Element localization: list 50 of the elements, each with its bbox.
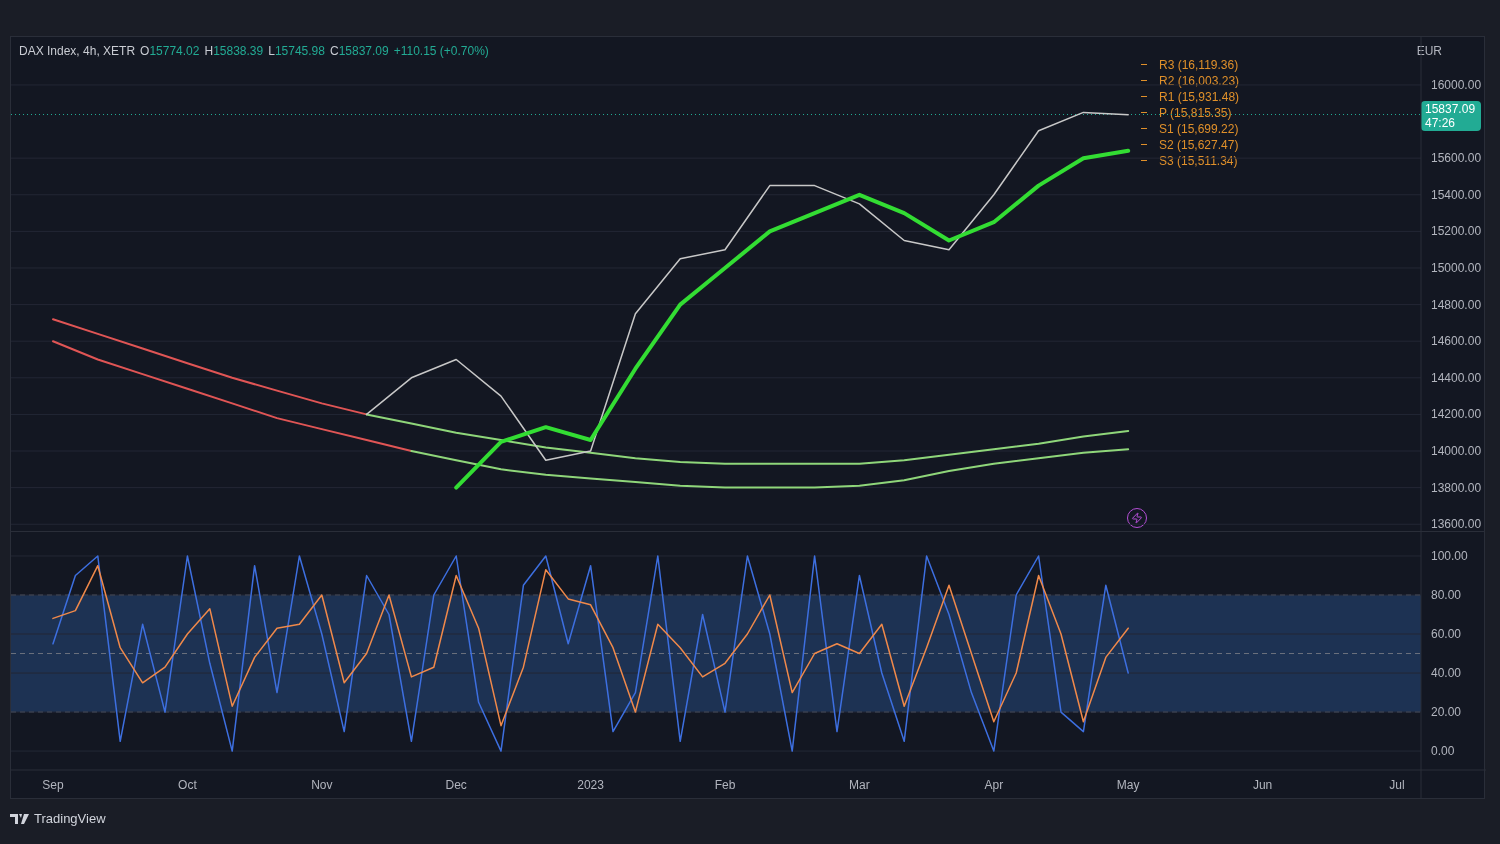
ohlc-value: 15745.98 <box>274 43 325 60</box>
ohlc-key: C <box>329 42 339 60</box>
price-axis-label: 40.00 <box>1431 666 1462 681</box>
price-axis-label: 80.00 <box>1431 588 1462 602</box>
pivot-label: S1 (15,699.22) <box>1159 120 1239 138</box>
ohlc-value: 15774.02 <box>149 43 200 60</box>
pivot-label: S2 (15,627.47) <box>1159 136 1239 154</box>
time-axis-label: Feb <box>714 778 736 792</box>
last-price: 15837.09 <box>1425 101 1477 116</box>
bar-countdown: 47:26 <box>1425 115 1457 130</box>
price-axis-label: 15000.00 <box>1431 261 1482 275</box>
pivot-label: S3 (15,511.34) <box>1159 152 1238 170</box>
price-axis-label: 13800.00 <box>1431 480 1482 495</box>
symbol-title: DAX Index, 4h, XETR <box>19 43 136 60</box>
ohlc-value: 15837.09 <box>338 43 389 60</box>
price-axis-label: 20.00 <box>1431 705 1462 720</box>
price-axis-label: 13600.00 <box>1431 517 1482 531</box>
price-axis-label: 16000.00 <box>1431 77 1482 92</box>
time-axis-label: Nov <box>311 778 333 792</box>
pivot-label: R1 (15,931.48) <box>1159 88 1240 106</box>
price-axis-label: 100.00 <box>1431 549 1468 563</box>
pivot-label: R3 (16,119.36) <box>1159 56 1239 74</box>
price-axis-label: 14800.00 <box>1431 297 1482 312</box>
price-axis-label: 14600.00 <box>1431 334 1482 349</box>
price-axis-label: 0.00 <box>1431 744 1455 759</box>
currency-label: EUR <box>1416 43 1442 60</box>
ohlc-value: 15838.39 <box>213 43 264 60</box>
price-axis-label: 14000.00 <box>1431 444 1482 458</box>
time-axis-label: May <box>1116 778 1140 792</box>
pivot-label: P (15,815.35) <box>1159 104 1232 122</box>
price-axis-label: 15200.00 <box>1431 224 1482 239</box>
brand-name: TradingView <box>34 810 106 828</box>
time-axis-label: Mar <box>849 778 870 792</box>
price-change: +110.15 (+0.70%) <box>393 43 489 60</box>
price-axis-label: 15600.00 <box>1431 151 1482 166</box>
ohlc-key: L <box>268 42 275 60</box>
ohlc-key: O <box>140 42 150 60</box>
price-axis-label: 15400.00 <box>1431 187 1482 202</box>
time-axis-label: Jun <box>1252 778 1273 792</box>
time-axis-label: Jul <box>1389 778 1405 792</box>
time-axis-label: 2023 <box>577 778 604 792</box>
price-axis-label: 14400.00 <box>1431 370 1482 385</box>
pivot-label: R2 (16,003.23) <box>1159 72 1240 90</box>
price-axis-label: 60.00 <box>1431 627 1462 642</box>
price-axis-label: 14200.00 <box>1431 407 1482 422</box>
ohlc-key: H <box>204 42 214 60</box>
time-axis-label: Apr <box>984 778 1004 792</box>
time-axis-label: Oct <box>178 778 197 792</box>
time-axis-label: Sep <box>42 778 64 792</box>
time-axis-label: Dec <box>445 778 467 792</box>
